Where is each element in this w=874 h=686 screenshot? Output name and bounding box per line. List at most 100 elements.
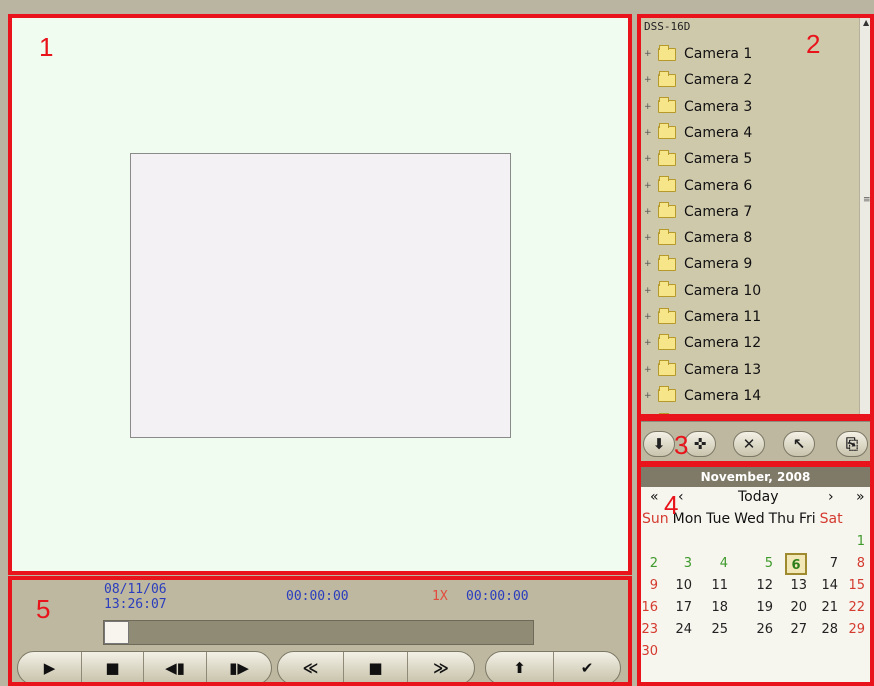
camera-tree-item[interactable]: + Camera 11 <box>644 306 761 328</box>
today-button[interactable]: Today <box>738 489 779 505</box>
calendar-day[interactable]: 22 <box>843 597 865 619</box>
calendar-day[interactable]: 26 <box>751 619 773 641</box>
seek-bar[interactable] <box>103 620 534 645</box>
stop-button[interactable]: ■ <box>82 652 144 684</box>
camera-tree-item[interactable]: + Camera 4 <box>644 122 752 144</box>
expand-icon[interactable]: + <box>644 128 652 138</box>
calendar-day[interactable]: 20 <box>785 597 807 619</box>
camera-tree-item[interactable]: + Camera 7 <box>644 201 752 223</box>
calendar-day[interactable]: 23 <box>638 619 658 641</box>
calendar-day[interactable]: 16 <box>638 597 658 619</box>
calendar-title: November, 2008 <box>638 467 873 487</box>
calendar-day[interactable]: 27 <box>785 619 807 641</box>
fast-forward-button[interactable]: ≫ <box>408 652 474 684</box>
camera-tree-item[interactable]: + Camera 10 <box>644 280 761 302</box>
calendar-day[interactable]: 10 <box>670 575 692 597</box>
calendar-day[interactable]: 12 <box>751 575 773 597</box>
expand-icon[interactable]: + <box>644 417 652 418</box>
expand-icon[interactable]: + <box>644 102 652 112</box>
rewind-button[interactable]: ≪ <box>278 652 344 684</box>
step-forward-button[interactable]: ▮▶ <box>207 652 271 684</box>
calendar-day[interactable]: 2 <box>638 553 658 575</box>
video-display-area[interactable] <box>8 14 632 574</box>
checkmark-icon: ✔ <box>580 659 594 677</box>
camera-tree-item[interactable]: + Camera 14 <box>644 385 761 407</box>
calendar-day[interactable]: 9 <box>638 575 658 597</box>
calendar-day[interactable]: 25 <box>706 619 728 641</box>
last-month-button[interactable]: » <box>856 489 865 505</box>
export-button[interactable]: ⎘ <box>836 431 868 457</box>
upload-icon: ⬆ <box>513 659 526 677</box>
calendar-day[interactable]: 7 <box>816 553 838 575</box>
expand-icon[interactable]: + <box>644 286 652 296</box>
calendar-day[interactable]: 4 <box>706 553 728 575</box>
tree-root-label[interactable]: DSS-16D <box>644 20 690 33</box>
camera-tree-item[interactable]: + Camera 3 <box>644 96 752 118</box>
callout-number-4: 4 <box>664 490 679 520</box>
expand-icon[interactable]: + <box>644 154 652 164</box>
expand-icon[interactable]: + <box>644 259 652 269</box>
camera-tree-item[interactable]: + Camera 5 <box>644 148 752 170</box>
calendar-day[interactable]: 24 <box>670 619 692 641</box>
snapshot-button[interactable]: ⬆ <box>486 652 554 684</box>
date-label: 08/11/06 <box>104 582 167 597</box>
callout-number-5: 5 <box>36 594 51 624</box>
scroll-thumb-icon[interactable]: ≡ <box>863 195 871 205</box>
calendar-day-selected[interactable]: 6 <box>785 553 807 575</box>
expand-icon[interactable]: + <box>644 391 652 401</box>
calendar-day[interactable]: 13 <box>785 575 807 597</box>
play-button[interactable]: ▶ <box>18 652 82 684</box>
expand-icon[interactable]: + <box>644 312 652 322</box>
remaining-time: 00:00:00 <box>466 589 529 604</box>
expand-icon[interactable]: + <box>644 338 652 348</box>
calendar-day[interactable]: 30 <box>638 641 658 663</box>
camera-tree-item[interactable]: + Camera 13 <box>644 359 761 381</box>
first-month-button[interactable]: « <box>650 489 659 505</box>
download-button[interactable]: ⬇ <box>643 431 675 457</box>
calendar-day[interactable]: 19 <box>751 597 773 619</box>
camera-tree-item[interactable]: + Camera 2 <box>644 69 752 91</box>
prev-month-button[interactable]: ‹ <box>678 489 684 505</box>
calendar-day[interactable]: 17 <box>670 597 692 619</box>
calendar-day[interactable]: 21 <box>816 597 838 619</box>
fast-forward-icon: ≫ <box>433 659 449 677</box>
calendar-day[interactable]: 5 <box>751 553 773 575</box>
calendar-day[interactable]: 11 <box>706 575 728 597</box>
camera-tree-item[interactable]: + Camera 6 <box>644 175 752 197</box>
calendar-day[interactable]: 14 <box>816 575 838 597</box>
search-person-button[interactable]: ✜ <box>684 431 716 457</box>
folder-icon <box>658 307 676 324</box>
expand-icon[interactable]: + <box>644 75 652 85</box>
calendar-day[interactable]: 29 <box>843 619 865 641</box>
expand-icon[interactable]: + <box>644 207 652 217</box>
expand-icon[interactable]: + <box>644 49 652 59</box>
pause-stop-button[interactable]: ■ <box>344 652 408 684</box>
calendar-day[interactable]: 8 <box>843 553 865 575</box>
expand-icon[interactable]: + <box>644 181 652 191</box>
camera-tree-item[interactable]: + Camera 1 <box>644 43 752 65</box>
seek-handle[interactable] <box>104 621 129 644</box>
calendar-day[interactable]: 3 <box>670 553 692 575</box>
weekday-label: Wed <box>734 511 765 527</box>
next-month-button[interactable]: › <box>828 489 834 505</box>
calendar-day[interactable]: 1 <box>843 531 865 553</box>
expand-icon[interactable]: + <box>644 365 652 375</box>
step-back-button[interactable]: ◀▮ <box>144 652 207 684</box>
camera-tree[interactable]: DSS-16D + Camera 1 + Camera 2 + Camera 3 + Came… <box>637 14 874 419</box>
camera-tree-item[interactable]: + Camera 8 <box>644 227 752 249</box>
scroll-up-icon[interactable]: ▲ <box>863 18 869 27</box>
confirm-button[interactable]: ✔ <box>554 652 620 684</box>
calendar-day[interactable]: 18 <box>706 597 728 619</box>
calendar-day[interactable]: 28 <box>816 619 838 641</box>
camera-tree-item[interactable]: + Camera 15 <box>644 411 761 418</box>
playback-button-group: ▶ ■ ◀▮ ▮▶ <box>17 651 272 685</box>
camera-tree-item[interactable]: + Camera 12 <box>644 332 761 354</box>
expand-icon[interactable]: + <box>644 233 652 243</box>
folder-icon <box>658 412 676 418</box>
camera-label: Camera 6 <box>684 177 753 194</box>
calendar-day[interactable]: 15 <box>843 575 865 597</box>
delete-button[interactable]: ✕ <box>733 431 765 457</box>
camera-tree-item[interactable]: + Camera 9 <box>644 253 752 275</box>
tree-scrollbar[interactable]: ▲ ≡ <box>859 15 873 418</box>
back-button[interactable]: ↖ <box>783 431 815 457</box>
